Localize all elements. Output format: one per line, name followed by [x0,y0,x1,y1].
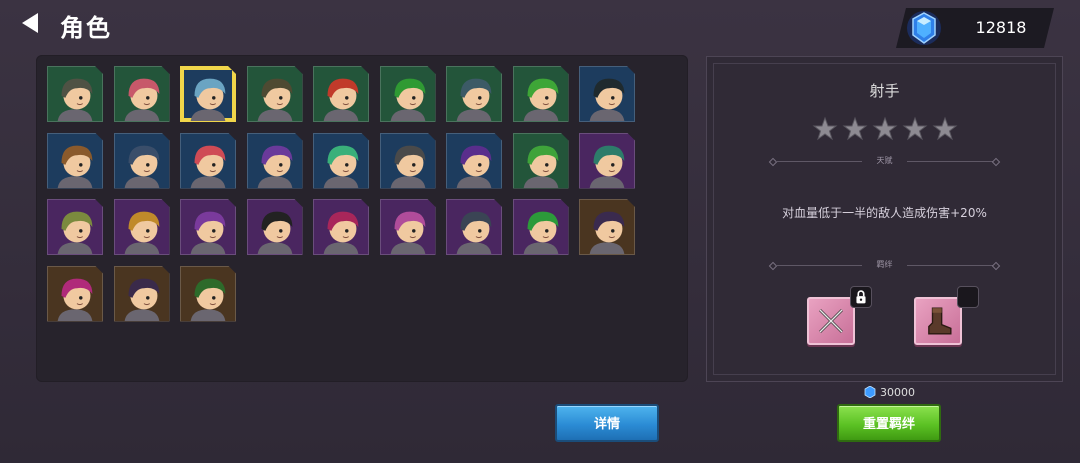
character-slot[interactable] [380,66,436,122]
character-slot[interactable] [380,199,436,255]
character-portrait-icon [181,267,235,321]
character-slot[interactable] [180,66,236,122]
reset-cost-amount: 30000 [880,386,915,399]
character-slot[interactable] [180,266,236,322]
character-slot[interactable] [579,133,635,189]
reset-cost: 30000 [864,386,915,399]
page-title: 角色 [60,14,112,42]
character-roster [36,55,688,382]
character-portrait-icon [381,200,435,254]
boot-icon [928,307,952,335]
character-portrait-icon [381,134,435,188]
blue-gem-small-icon [864,386,876,398]
character-portrait-icon [514,134,568,188]
character-slot[interactable] [313,66,369,122]
character-slot[interactable] [513,66,569,122]
character-slot[interactable] [313,199,369,255]
character-slot[interactable] [114,133,170,189]
character-portrait-icon [514,200,568,254]
character-portrait-icon [181,200,235,254]
character-slot[interactable] [247,66,303,122]
character-portrait-icon [248,200,302,254]
bond-slot-2[interactable] [914,297,962,345]
back-arrow-icon [22,13,38,33]
character-detail-panel: 射手 天赋 对血量低于一半的敌人造成伤害+20% 羁绊 [706,56,1063,382]
bond-divider: 羁绊 [768,260,1001,272]
crossed-blades-icon [819,309,843,333]
character-slot[interactable] [114,199,170,255]
talent-description: 对血量低于一半的敌人造成伤害+20% [782,206,987,220]
character-slot[interactable] [313,133,369,189]
gem-amount: 12818 [975,18,1027,37]
character-slot[interactable] [446,133,502,189]
character-portrait-icon [248,67,302,121]
character-slot[interactable] [47,199,103,255]
character-portrait-icon [314,67,368,121]
star-icon [842,116,868,142]
character-slot[interactable] [180,133,236,189]
character-slot[interactable] [47,66,103,122]
star-rating [714,116,1055,142]
character-slot[interactable] [380,133,436,189]
character-portrait-icon [115,267,169,321]
character-portrait-icon [48,134,102,188]
character-slot[interactable] [579,66,635,122]
character-portrait-icon [181,134,235,188]
character-slot[interactable] [247,133,303,189]
details-button[interactable]: 详情 [555,404,659,442]
bond-slot-1[interactable] [807,297,855,345]
star-icon [812,116,838,142]
character-portrait-icon [115,134,169,188]
lock-icon [850,286,872,308]
star-icon [932,116,958,142]
character-slot[interactable] [47,133,103,189]
character-portrait-icon [115,200,169,254]
character-portrait-icon [580,134,634,188]
character-portrait-icon [447,67,501,121]
gem-currency-display: 12818 [896,8,1054,48]
character-slot[interactable] [114,266,170,322]
character-name: 射手 [869,82,900,100]
talent-divider: 天赋 [768,156,1001,168]
character-slot[interactable] [446,66,502,122]
character-portrait-icon [381,67,435,121]
character-slot[interactable] [513,199,569,255]
reset-bond-button[interactable]: 重置羁绊 [837,404,941,442]
character-portrait-icon [181,67,235,121]
character-portrait-icon [314,200,368,254]
character-slot[interactable] [513,133,569,189]
character-portrait-icon [447,134,501,188]
blue-gem-icon [904,8,944,48]
character-slot[interactable] [180,199,236,255]
character-slot[interactable] [579,199,635,255]
character-portrait-icon [447,200,501,254]
character-portrait-icon [248,134,302,188]
character-slot[interactable] [47,266,103,322]
character-slot[interactable] [247,199,303,255]
character-slot[interactable] [114,66,170,122]
character-portrait-icon [314,134,368,188]
character-portrait-icon [48,200,102,254]
character-slot[interactable] [446,199,502,255]
star-icon [902,116,928,142]
empty-badge [957,286,979,308]
character-portrait-icon [580,67,634,121]
character-portrait-icon [580,200,634,254]
star-icon [872,116,898,142]
character-portrait-icon [514,67,568,121]
character-portrait-icon [48,267,102,321]
character-portrait-icon [48,67,102,121]
character-portrait-icon [115,67,169,121]
back-button[interactable] [18,10,44,36]
